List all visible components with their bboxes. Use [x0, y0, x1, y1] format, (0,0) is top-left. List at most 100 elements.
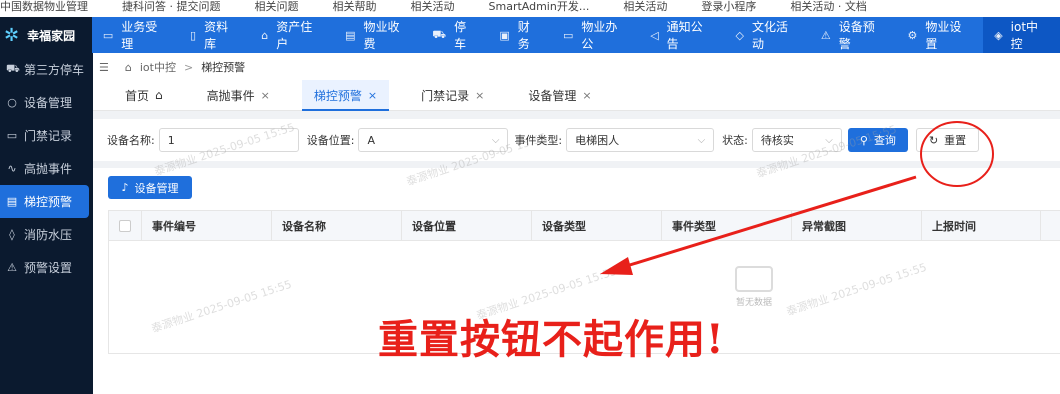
nav-item-1[interactable]: ▯ 资料库	[179, 17, 250, 53]
column-header[interactable]: 异常截图	[792, 210, 922, 241]
bookmark-item[interactable]: SmartAdmin开发...	[489, 1, 590, 12]
sidebar-item-5[interactable]: ◊ 消防水压	[0, 218, 93, 251]
tab-label: 梯控预警	[313, 88, 362, 103]
tab-1[interactable]: 高抛事件 ×	[207, 80, 270, 110]
breadcrumb-level2: 梯控预警	[201, 61, 246, 74]
home-icon[interactable]: ⌂	[125, 61, 132, 74]
bookmark-item[interactable]: 相关活动	[623, 1, 667, 12]
event-type-select[interactable]: 电梯困人 ⌵	[566, 128, 715, 152]
device-name-input[interactable]: 1	[158, 128, 299, 152]
close-icon[interactable]: ×	[475, 89, 484, 102]
tab-bar: 首页 ⌂ 高抛事件 × 梯控预警 × 门禁记录 × 设备管理 ×	[93, 80, 1060, 111]
chevron-down-icon: ⌵	[825, 134, 833, 146]
nav-item-6[interactable]: ▭ 物业办公	[552, 17, 639, 53]
reset-button-label: 重置	[944, 134, 967, 147]
sidebar-item-label: 第三方停车	[24, 63, 85, 77]
nav-item-8[interactable]: ◇ 文化活动	[725, 17, 810, 53]
tab-label: 设备管理	[528, 88, 577, 103]
sidebar-item-2[interactable]: ▭ 门禁记录	[0, 119, 93, 152]
bookmark-item[interactable]: 相关帮助	[333, 1, 377, 12]
nav-item-4[interactable]: ⛟ 停车	[421, 17, 488, 53]
close-icon[interactable]: ×	[582, 89, 591, 102]
column-header[interactable]: 设备位置	[402, 210, 532, 241]
nav-item-label: 业务受理	[121, 20, 158, 51]
nav-item-5[interactable]: ▣ 财务	[488, 17, 552, 53]
home-icon: ⌂	[155, 88, 163, 102]
cube-icon: ◈	[994, 28, 1003, 42]
bookmark-item[interactable]: 相关活动 · 文档	[790, 1, 867, 12]
tag-icon: ◇	[735, 28, 744, 42]
search-icon: ⚲	[859, 133, 868, 147]
nav-item-0[interactable]: ▭ 业务受理	[92, 17, 179, 53]
sidebar: ⛟ 第三方停车 ○ 设备管理 ▭ 门禁记录 ∿ 高抛事件 ▤ 梯控预警 ◊ 消防水压 ⚠ 预警设置	[0, 53, 93, 394]
bell-icon: ♪	[121, 181, 129, 194]
bulb-icon: ○	[7, 96, 17, 109]
nav-item-label: 财务	[517, 20, 530, 51]
bookmark-item[interactable]: 捷科问答 · 提交问题	[122, 1, 221, 12]
brand-name: 幸福家园	[27, 28, 76, 43]
tab-2[interactable]: 梯控预警 ×	[301, 80, 390, 111]
empty-state: 暂无数据	[724, 266, 784, 308]
car-icon: ⛟	[432, 27, 447, 41]
brand-logo[interactable]: ✲ 幸福家园	[0, 17, 92, 53]
bookmark-item[interactable]: 相关活动	[411, 1, 455, 12]
column-header[interactable]: 事件编号	[142, 210, 272, 241]
close-icon[interactable]: ×	[261, 89, 270, 102]
column-header[interactable]: 事件类型	[662, 210, 792, 241]
sidebar-item-0[interactable]: ⛟ 第三方停车	[0, 53, 93, 86]
nav-item-label: 资料库	[204, 20, 229, 51]
sidebar-item-label: 高抛事件	[24, 162, 73, 176]
status-select[interactable]: 待核实 ⌵	[751, 128, 842, 152]
bill-icon: ▤	[345, 28, 356, 42]
device-name-value: 1	[167, 133, 175, 147]
nav-item-7[interactable]: ◁ 通知公告	[639, 17, 724, 53]
sidebar-item-4[interactable]: ▤ 梯控预警	[0, 185, 89, 218]
bookmark-item[interactable]: 登录小程序	[701, 1, 756, 12]
desk-icon: ▭	[102, 28, 114, 42]
sidebar-item-3[interactable]: ∿ 高抛事件	[0, 152, 93, 185]
column-header[interactable]: 设备名称	[272, 210, 402, 241]
elevator-icon: ▤	[6, 195, 18, 208]
tab-0[interactable]: 首页 ⌂	[125, 80, 163, 110]
tab-4[interactable]: 设备管理 ×	[528, 80, 591, 110]
sidebar-item-label: 梯控预警	[24, 195, 73, 209]
home-icon: ⌂	[261, 28, 269, 42]
alarm-icon: ⚠	[7, 261, 17, 274]
nav-item-label: 物业收费	[363, 20, 400, 51]
close-icon[interactable]: ×	[368, 89, 377, 102]
event-type-label: 事件类型:	[514, 134, 563, 147]
filter-bar: 设备名称: 1 设备位置: A ⌵ 事件类型: 电梯困人 ⌵ 状态: 待核实 ⌵ ⚲ 查…	[93, 119, 1060, 161]
select-all-cell	[109, 210, 142, 241]
sidebar-item-6[interactable]: ⚠ 预警设置	[0, 251, 93, 284]
sidebar-item-1[interactable]: ○ 设备管理	[0, 86, 93, 119]
menu-icon[interactable]: ☰	[99, 61, 109, 74]
bookmarks-bar: 中国数据物业管理 捷科问答 · 提交问题 相关问题 相关帮助 相关活动 SmartAdmi…	[0, 0, 1060, 17]
nav-item-3[interactable]: ▤ 物业收费	[334, 17, 421, 53]
sidebar-item-label: 设备管理	[24, 96, 73, 110]
select-all-checkbox[interactable]	[119, 219, 131, 232]
device-management-button[interactable]: ♪ 设备管理	[108, 176, 192, 199]
nav-item-label: 停车	[454, 20, 467, 51]
annotation-text: 重置按钮不起作用!	[378, 316, 725, 363]
nav-item-label: 物业办公	[581, 20, 618, 51]
bookmark-item[interactable]: 中国数据物业管理	[0, 1, 88, 12]
bookmark-item[interactable]: 相关问题	[255, 1, 299, 12]
nav-item-2[interactable]: ⌂ 资产住户	[250, 17, 334, 53]
search-button[interactable]: ⚲ 查询	[847, 128, 908, 152]
nav-item-9[interactable]: ⚠ 设备预警	[810, 17, 897, 53]
nav-item-10[interactable]: ⚙ 物业设置	[897, 17, 984, 53]
trend-icon: ∿	[7, 162, 17, 175]
tab-3[interactable]: 门禁记录 ×	[421, 80, 484, 110]
breadcrumb-level1[interactable]: iot中控	[140, 59, 176, 75]
device-management-label: 设备管理	[134, 181, 179, 195]
column-header[interactable]: 上报时间	[922, 210, 1041, 241]
sidebar-item-label: 消防水压	[24, 228, 73, 242]
column-header[interactable]: 设备类型	[532, 210, 662, 241]
location-value: A	[367, 133, 375, 147]
reset-button[interactable]: ↻ 重置	[915, 128, 980, 152]
location-label: 设备位置:	[306, 134, 355, 147]
location-select[interactable]: A ⌵	[358, 128, 509, 152]
nav-item-11[interactable]: ◈ iot中控	[983, 17, 1060, 53]
nav-item-label: 通知公告	[666, 20, 703, 51]
sidebar-item-label: 门禁记录	[24, 129, 73, 143]
